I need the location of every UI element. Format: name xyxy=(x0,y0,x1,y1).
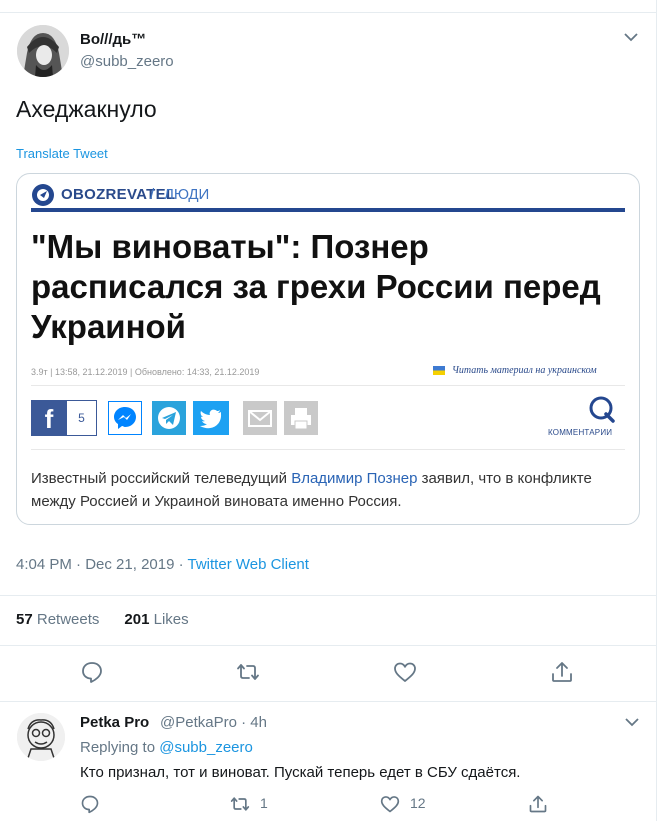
tweet-date[interactable]: Dec 21, 2019 xyxy=(85,556,174,573)
likes-count: 201 xyxy=(124,611,150,628)
telegram-icon xyxy=(151,400,187,436)
reply-icon[interactable] xyxy=(80,794,100,814)
likes-stat[interactable]: 201 Likes xyxy=(124,611,188,628)
article-meta: 3.9т | 13:58, 21.12.2019 | Обновлено: 14… xyxy=(31,367,260,377)
retweets-count: 57 xyxy=(16,611,33,628)
translate-tweet-link[interactable]: Translate Tweet xyxy=(16,146,108,161)
print-icon xyxy=(283,400,319,436)
brand-name: OBOZREVATEL xyxy=(61,186,176,203)
likes-label: Likes xyxy=(153,611,189,628)
article-lead: Известный российский телеведущий Владими… xyxy=(31,467,621,513)
reply-author-handle[interactable]: @PetkaPro xyxy=(160,714,237,731)
lead-person-link: Владимир Познер xyxy=(291,470,418,487)
reply-icon[interactable] xyxy=(80,660,104,684)
share-icon[interactable] xyxy=(528,794,548,814)
ukrainian-version-link: Читать материал на украинском xyxy=(452,365,597,376)
retweets-label: Retweets xyxy=(36,611,100,628)
heart-icon[interactable] xyxy=(393,660,417,684)
heart-icon[interactable] xyxy=(380,794,400,814)
article-headline: "Мы виноваты": Познер расписался за грех… xyxy=(31,228,601,345)
replying-handle[interactable]: @subb_zeero xyxy=(159,739,253,756)
chevron-down-icon[interactable] xyxy=(622,30,640,44)
share-icon[interactable] xyxy=(550,660,574,684)
reply-dot: · xyxy=(241,714,247,731)
retweets-stat[interactable]: 57 Retweets xyxy=(16,611,99,628)
divider xyxy=(0,701,656,702)
replying-label: Replying to xyxy=(80,739,156,756)
messenger-icon xyxy=(107,400,143,436)
twitter-icon xyxy=(193,400,229,436)
tweet-timestamp: 4:04 PM · Dec 21, 2019 · Twitter Web Cli… xyxy=(16,556,309,573)
retweet-icon[interactable] xyxy=(230,794,250,814)
author-handle[interactable]: @subb_zeero xyxy=(80,53,174,70)
divider xyxy=(0,645,656,646)
lead-text-start: Известный российский телеведущий xyxy=(31,470,292,487)
brand-underline xyxy=(31,208,625,212)
ukraine-flag-icon xyxy=(433,366,445,375)
brand-separator: / xyxy=(150,186,155,203)
reply-age[interactable]: 4h xyxy=(250,714,267,731)
facebook-icon: f xyxy=(31,400,67,436)
retweet-icon[interactable] xyxy=(236,660,260,684)
facebook-share-count: 5 xyxy=(67,400,97,436)
email-icon xyxy=(242,400,278,436)
reply-author-name[interactable]: Petka Pro xyxy=(80,714,149,731)
brand-section: ЛЮДИ xyxy=(164,186,210,203)
tweet-source[interactable]: Twitter Web Client xyxy=(188,556,309,573)
divider xyxy=(0,595,656,596)
author-avatar[interactable] xyxy=(17,25,69,77)
column-border xyxy=(656,0,657,821)
reply-like-count: 12 xyxy=(410,795,426,811)
reply-author-avatar[interactable] xyxy=(17,713,65,761)
tweet-time[interactable]: 4:04 PM xyxy=(16,556,72,573)
obozrevatel-logo-icon xyxy=(32,184,54,206)
comments-icon xyxy=(589,396,615,423)
share-divider xyxy=(31,449,625,450)
replying-to: Replying to @subb_zeero xyxy=(80,739,253,756)
author-name[interactable]: Во///дь™ xyxy=(80,31,146,48)
top-divider xyxy=(0,12,656,13)
reply-retweet-count: 1 xyxy=(260,795,268,811)
tweet-stats: 57 Retweets 201 Likes xyxy=(16,611,189,628)
reply-text: Кто признал, тот и виноват. Пускай тепер… xyxy=(80,764,521,781)
tweet-text: Ахеджакнуло xyxy=(16,96,157,122)
link-preview-card[interactable]: OBOZREVATEL / ЛЮДИ "Мы виноваты": Познер… xyxy=(16,173,640,525)
meta-divider xyxy=(31,385,625,386)
reply-author-meta: @PetkaPro · 4h xyxy=(160,714,267,731)
comments-label: КОММЕНТАРИИ xyxy=(548,428,613,437)
chevron-down-icon[interactable] xyxy=(624,716,640,728)
